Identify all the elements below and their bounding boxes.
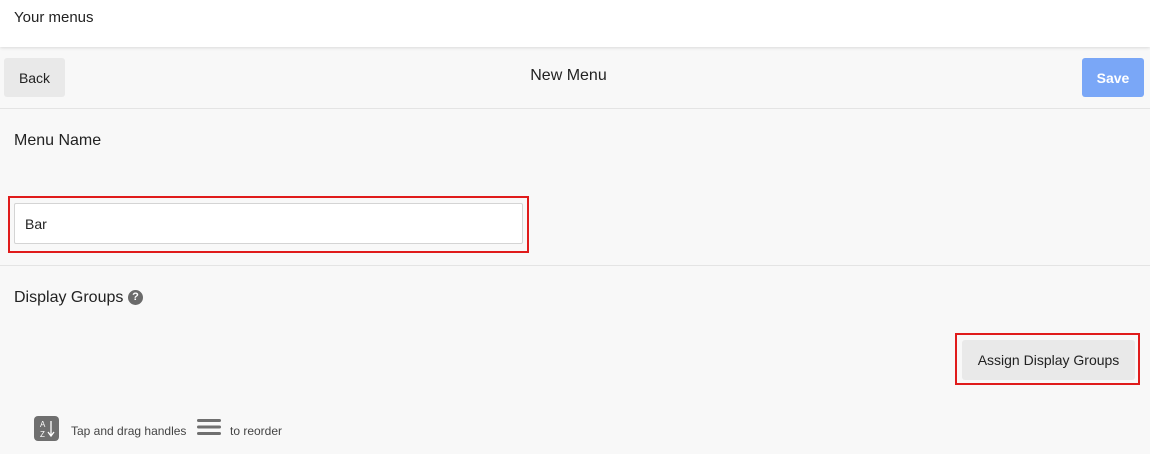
reorder-hint-suffix: to reorder [230, 424, 283, 438]
menu-name-input[interactable] [14, 203, 523, 244]
display-groups-section: Display Groups ? Assign Display Groups A… [0, 266, 1150, 454]
az-sort-icon[interactable]: A Z [34, 416, 59, 441]
page-header: Back New Menu Save [0, 48, 1150, 109]
menu-name-label: Menu Name [14, 132, 102, 149]
help-icon[interactable]: ? [128, 290, 143, 305]
page-title: New Menu [530, 67, 607, 84]
menu-name-section: Menu Name [0, 109, 1150, 266]
save-button[interactable]: Save [1082, 58, 1144, 97]
svg-text:Z: Z [40, 430, 45, 439]
svg-text:A: A [40, 420, 46, 429]
app-title: Your menus [14, 9, 94, 26]
drag-handle-icon [197, 418, 221, 436]
assign-display-groups-button[interactable]: Assign Display Groups [962, 340, 1135, 380]
reorder-hint-prefix: Tap and drag handles [71, 424, 187, 438]
display-groups-label: Display Groups [14, 289, 124, 306]
top-bar: Your menus [0, 0, 1150, 47]
